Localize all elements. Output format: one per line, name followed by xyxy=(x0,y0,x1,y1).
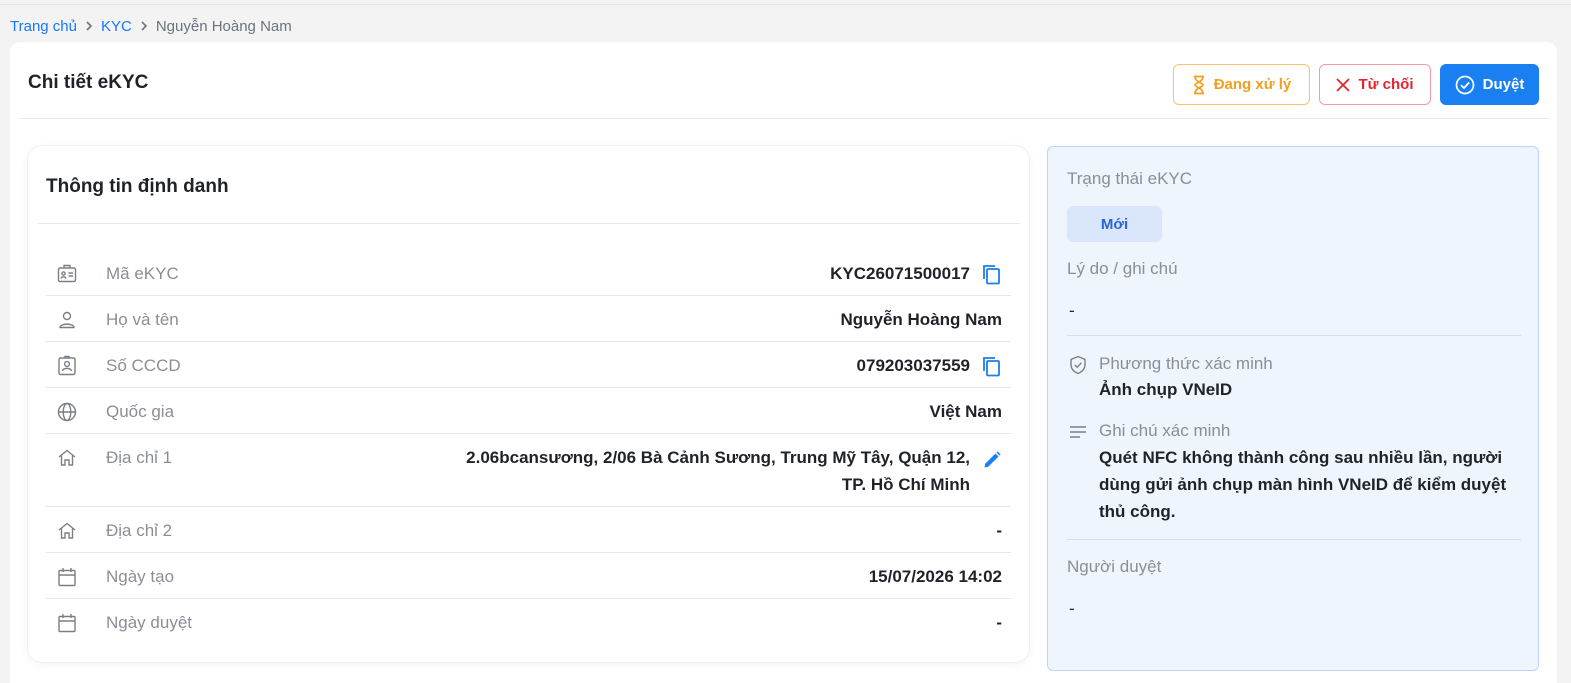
processing-button[interactable]: Đang xử lý xyxy=(1173,64,1310,105)
address-1-value: 2.06bcansương, 2/06 Bà Cảnh Sương, Trung… xyxy=(466,444,970,498)
approve-button-label: Duyệt xyxy=(1482,76,1525,93)
row-address-1: Địa chỉ 1 2.06bcansương, 2/06 Bà Cảnh Sư… xyxy=(46,434,1011,507)
status-label: Trạng thái eKYC xyxy=(1067,169,1193,188)
copy-icon[interactable] xyxy=(980,355,1002,377)
identity-rows: Mã eKYC KYC26071500017 Họ và tên Nguyễn … xyxy=(46,250,1011,645)
row-label: Ngày duyệt xyxy=(106,613,192,632)
calendar-icon xyxy=(46,612,106,634)
full-name-value: Nguyễn Hoàng Nam xyxy=(840,310,1002,329)
note-label: Ghi chú xác minh xyxy=(1099,421,1231,440)
method-value: Ảnh chụp VNeID xyxy=(1099,380,1233,399)
row-approved-date: Ngày duyệt - xyxy=(46,599,1011,645)
copy-icon[interactable] xyxy=(980,263,1002,285)
row-label: Họ và tên xyxy=(106,310,179,329)
row-label: Mã eKYC xyxy=(106,264,179,283)
page-header: Chi tiết eKYC Đang xử lý Từ chối Duyệt xyxy=(18,42,1549,119)
row-address-2: Địa chỉ 2 - xyxy=(46,507,1011,553)
row-value-wrap: KYC26071500017 xyxy=(346,263,1011,287)
edit-icon[interactable] xyxy=(982,450,1002,470)
divider xyxy=(38,223,1020,224)
status-panel: Trạng thái eKYC Mới Lý do / ghi chú - Ph… xyxy=(1047,146,1539,671)
address-1-line-1: 2.06bcansương, 2/06 Bà Cảnh Sương, Trung… xyxy=(466,448,970,467)
ekyc-code-value: KYC26071500017 xyxy=(830,264,970,283)
created-date-value: 15/07/2026 14:02 xyxy=(868,567,1002,586)
close-icon xyxy=(1336,77,1351,92)
breadcrumb-kyc-link[interactable]: KYC xyxy=(101,18,132,35)
country-value: Việt Nam xyxy=(929,402,1002,421)
identity-title: Thông tin định danh xyxy=(46,176,229,197)
method-label: Phương thức xác minh xyxy=(1099,354,1273,373)
row-ekyc-code: Mã eKYC KYC26071500017 xyxy=(46,250,1011,296)
row-country: Quốc gia Việt Nam xyxy=(46,388,1011,434)
row-value-wrap: 2.06bcansương, 2/06 Bà Cảnh Sương, Trung… xyxy=(346,447,1011,498)
calendar-icon xyxy=(46,566,106,588)
address-1-line-2: TP. Hồ Chí Minh xyxy=(841,475,970,494)
reason-label: Lý do / ghi chú xyxy=(1067,259,1178,278)
user-icon xyxy=(46,309,106,331)
row-value-wrap: 079203037559 xyxy=(346,355,1011,379)
breadcrumb-current: Nguyễn Hoàng Nam xyxy=(155,17,292,35)
id-badge-icon xyxy=(46,355,106,377)
row-label: Địa chỉ 1 xyxy=(106,448,173,467)
row-citizen-id: Số CCCD 079203037559 xyxy=(46,342,1011,388)
reason-value: - xyxy=(1069,301,1075,320)
top-divider xyxy=(0,4,1571,5)
row-created-date: Ngày tạo 15/07/2026 14:02 xyxy=(46,553,1011,599)
reviewer-value: - xyxy=(1069,599,1075,618)
divider xyxy=(1067,335,1521,336)
row-label: Địa chỉ 2 xyxy=(106,521,173,540)
shield-check-icon xyxy=(1068,355,1088,375)
detail-card: Chi tiết eKYC Đang xử lý Từ chối Duyệt T… xyxy=(10,42,1557,683)
hourglass-icon xyxy=(1192,75,1206,95)
status-badge: Mới xyxy=(1067,206,1162,242)
row-label: Ngày tạo xyxy=(106,567,175,586)
chevron-right-icon xyxy=(140,20,148,32)
reject-button[interactable]: Từ chối xyxy=(1319,64,1431,105)
processing-button-label: Đang xử lý xyxy=(1213,76,1292,93)
home-icon xyxy=(46,447,106,469)
row-label: Quốc gia xyxy=(106,402,175,421)
row-label: Số CCCD xyxy=(106,356,181,375)
check-circle-icon xyxy=(1455,75,1475,95)
reviewer-label: Người duyệt xyxy=(1067,557,1162,576)
address-2-value: - xyxy=(996,521,1002,540)
citizen-id-value: 079203037559 xyxy=(856,356,970,375)
row-full-name: Họ và tên Nguyễn Hoàng Nam xyxy=(46,296,1011,342)
page-title: Chi tiết eKYC xyxy=(28,72,149,93)
divider xyxy=(1067,539,1521,540)
breadcrumb: Trang chủ KYC Nguyễn Hoàng Nam xyxy=(10,16,292,36)
breadcrumb-home-link[interactable]: Trang chủ xyxy=(10,18,77,35)
approved-date-value: - xyxy=(996,613,1002,632)
approve-button[interactable]: Duyệt xyxy=(1440,64,1539,105)
lines-icon xyxy=(1068,422,1088,442)
id-card-icon xyxy=(46,263,106,285)
globe-icon xyxy=(46,401,106,423)
reject-button-label: Từ chối xyxy=(1358,76,1414,93)
home-icon xyxy=(46,520,106,542)
chevron-right-icon xyxy=(85,20,93,32)
note-value: Quét NFC không thành công sau nhiều lần,… xyxy=(1099,448,1507,521)
identity-info-card: Thông tin định danh Mã eKYC KYC260715000… xyxy=(28,146,1029,662)
